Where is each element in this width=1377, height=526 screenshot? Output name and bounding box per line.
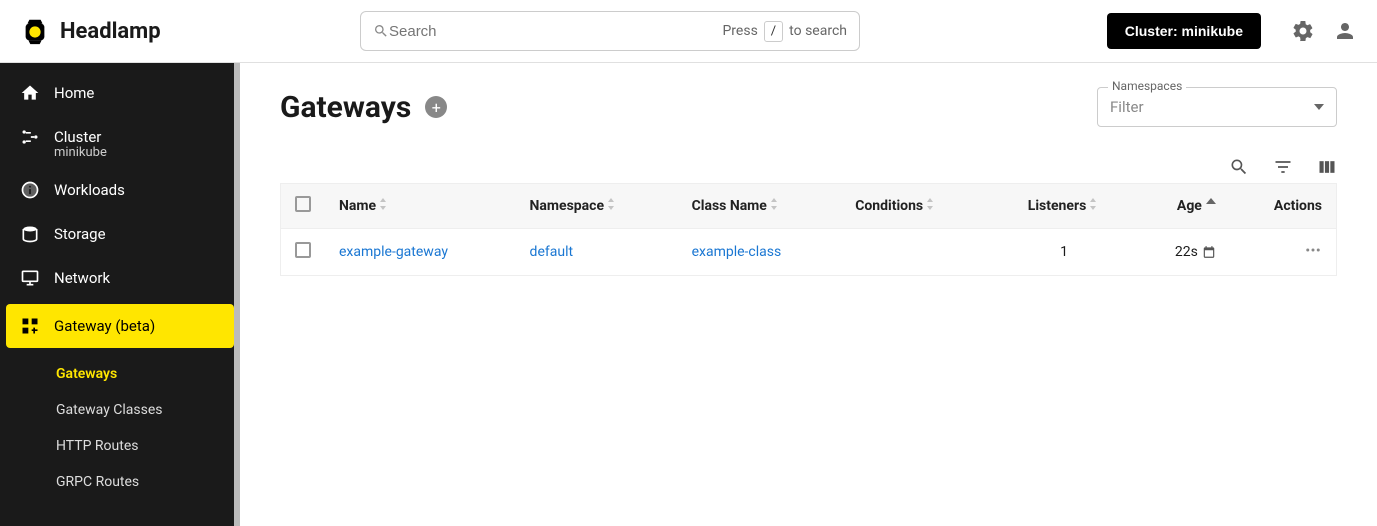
namespace-filter-placeholder: Filter xyxy=(1110,98,1314,116)
select-all-checkbox[interactable] xyxy=(295,196,311,212)
cluster-button[interactable]: Cluster: minikube xyxy=(1107,13,1261,49)
namespace-filter[interactable]: Namespaces Filter xyxy=(1097,87,1337,127)
app-name: Headlamp xyxy=(60,19,161,44)
headlamp-icon xyxy=(20,16,50,46)
gateways-table: Name Namespace Class Name Conditions Lis… xyxy=(280,183,1337,276)
sidebar-item-workloads[interactable]: Workloads xyxy=(0,168,240,212)
sidebar: Home Cluster minikube Workloads Storage … xyxy=(0,63,240,526)
page-title: Gateways xyxy=(280,90,411,125)
subnav-gateway-classes[interactable]: Gateway Classes xyxy=(56,392,240,428)
col-class[interactable]: Class Name xyxy=(678,184,842,229)
app-logo[interactable]: Headlamp xyxy=(20,16,360,46)
conditions-cell xyxy=(841,229,994,276)
search-hint: Press / to search xyxy=(722,21,847,42)
namespace-filter-label: Namespaces xyxy=(1108,79,1186,93)
col-listeners[interactable]: Listeners xyxy=(994,184,1134,229)
gateway-icon xyxy=(20,316,40,336)
subnav-gateways[interactable]: Gateways xyxy=(56,356,240,392)
subnav-grpc-routes[interactable]: GRPC Routes xyxy=(56,464,240,500)
filter-icon[interactable] xyxy=(1273,157,1293,177)
sidebar-item-label: Home xyxy=(54,84,94,102)
sidebar-item-home[interactable]: Home xyxy=(0,71,240,115)
sidebar-item-gateway[interactable]: Gateway (beta) xyxy=(6,304,234,348)
sidebar-item-label: Gateway (beta) xyxy=(54,317,155,335)
gateway-name-link[interactable]: example-gateway xyxy=(339,244,448,260)
namespace-link[interactable]: default xyxy=(530,244,574,260)
more-icon[interactable] xyxy=(1304,241,1322,259)
col-name[interactable]: Name xyxy=(325,184,516,229)
listeners-cell: 1 xyxy=(994,229,1134,276)
sidebar-item-label: Workloads xyxy=(54,181,125,199)
search-input[interactable] xyxy=(389,23,722,40)
table-row: example-gateway default example-class 1 … xyxy=(281,229,1337,276)
sidebar-item-network[interactable]: Network xyxy=(0,256,240,300)
sidebar-item-label: Network xyxy=(54,269,110,287)
age-cell: 22s xyxy=(1148,244,1216,260)
network-icon xyxy=(20,268,40,288)
search-icon xyxy=(373,23,389,39)
columns-icon[interactable] xyxy=(1317,157,1337,177)
search-box[interactable]: Press / to search xyxy=(360,11,860,51)
cluster-icon xyxy=(20,127,40,147)
sidebar-item-label: Storage xyxy=(54,225,106,243)
add-button[interactable]: + xyxy=(425,96,447,118)
home-icon xyxy=(20,83,40,103)
subnav-http-routes[interactable]: HTTP Routes xyxy=(56,428,240,464)
col-namespace[interactable]: Namespace xyxy=(516,184,678,229)
row-checkbox[interactable] xyxy=(295,242,311,258)
storage-icon xyxy=(20,224,40,244)
search-icon[interactable] xyxy=(1229,157,1249,177)
sidebar-item-storage[interactable]: Storage xyxy=(0,212,240,256)
gear-icon[interactable] xyxy=(1291,19,1315,43)
class-link[interactable]: example-class xyxy=(692,244,782,260)
workloads-icon xyxy=(20,180,40,200)
col-actions: Actions xyxy=(1230,184,1337,229)
calendar-icon xyxy=(1202,245,1216,259)
user-icon[interactable] xyxy=(1333,19,1357,43)
sidebar-cluster-name: minikube xyxy=(0,145,240,160)
col-age[interactable]: Age xyxy=(1134,184,1230,229)
chevron-down-icon xyxy=(1314,104,1324,110)
col-conditions[interactable]: Conditions xyxy=(841,184,994,229)
sidebar-item-label: Cluster xyxy=(54,128,101,146)
